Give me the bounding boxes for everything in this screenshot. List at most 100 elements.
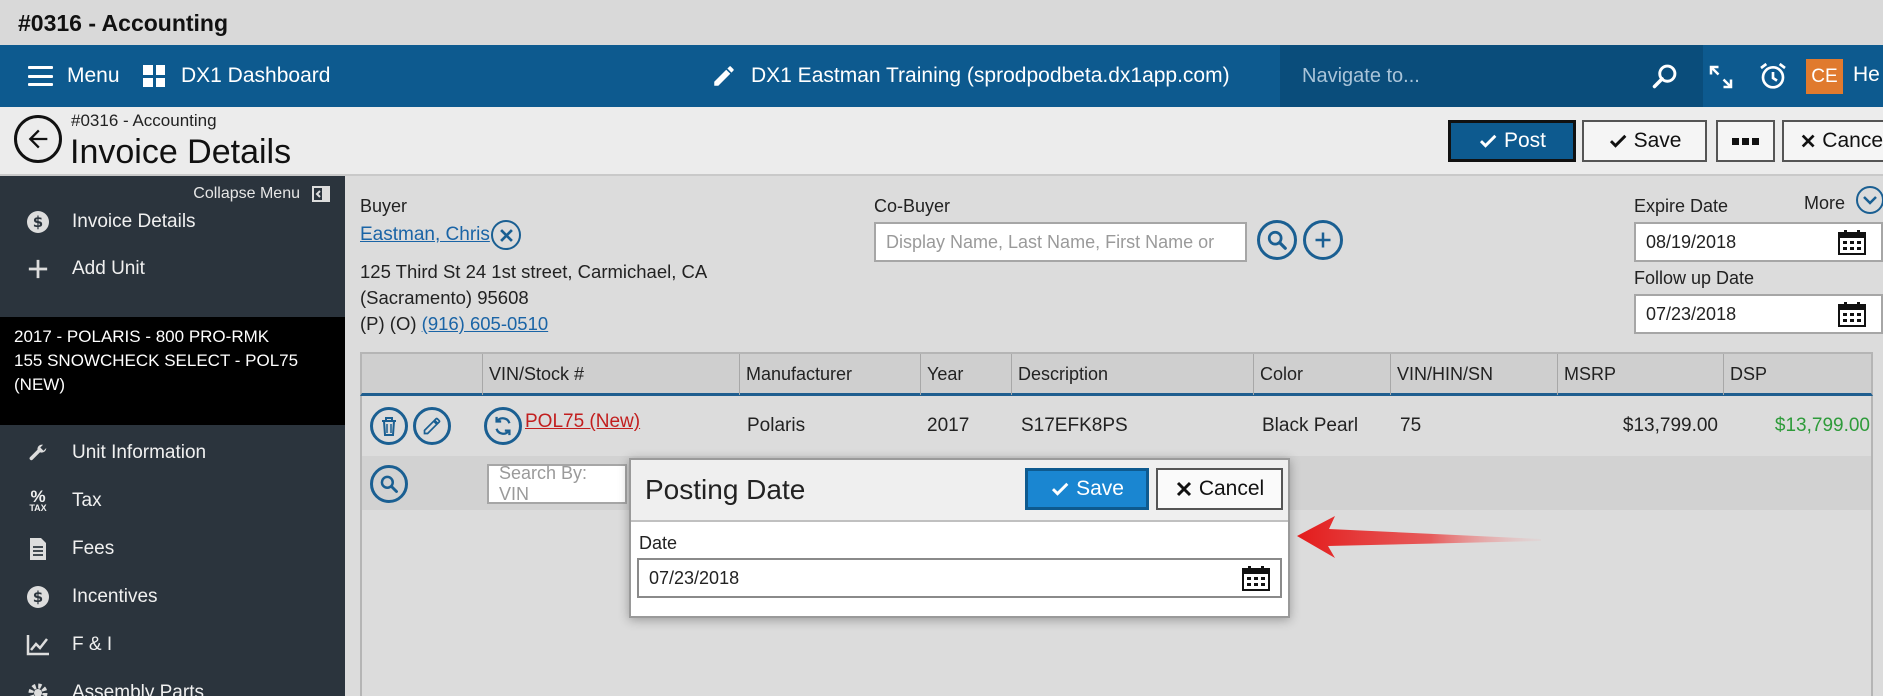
sidebar-item-tax[interactable]: % TAX Tax [0,479,345,523]
menu-label: Menu [67,64,120,87]
refresh-icon [495,416,511,436]
breadcrumb: #0316 - Accounting [71,111,217,130]
cell-color: Black Pearl [1262,415,1359,436]
more-expand-button[interactable] [1856,186,1883,214]
calendar-icon[interactable] [1242,565,1270,591]
cancel-label: Cance [1822,129,1883,152]
window-title-bar: #0316 - Accounting [0,0,1883,45]
sidebar-item-assembly-parts[interactable]: Assembly Parts [0,671,345,696]
unit-line: 155 SNOWCHECK SELECT - POL75 [14,351,299,370]
calendar-icon[interactable] [1838,301,1866,327]
column-header: VIN/HIN/SN [1390,354,1557,395]
dialog-cancel-button[interactable]: Cancel [1156,468,1283,510]
sidebar-item-label: F & I [72,634,113,655]
sidebar-item-label: Invoice Details [72,211,196,232]
percent-tax-icon: % TAX [29,487,47,513]
table-row: POL75 (New) Polaris 2017 S17EFK8PS Black… [360,396,1873,456]
unit-line: 2017 - POLARIS - 800 PRO-RMK [14,327,270,346]
buyer-name-link[interactable]: Eastman, Chris [360,224,490,246]
cobuyer-search-input[interactable]: Display Name, Last Name, First Name or [874,222,1247,262]
hamburger-icon [28,66,53,86]
more-label[interactable]: More [1804,193,1845,214]
swap-unit-button[interactable] [484,407,522,445]
cell-year: 2017 [927,415,970,436]
remove-buyer-button[interactable] [491,220,521,250]
column-header: MSRP [1557,354,1723,395]
dashboard-button[interactable]: DX1 Dashboard [143,45,330,107]
selected-unit-summary[interactable]: 2017 - POLARIS - 800 PRO-RMK 155 SNOWCHE… [0,317,345,425]
sidebar-item-fees[interactable]: Fees [0,527,345,571]
help-label[interactable]: He [1853,63,1880,87]
delete-unit-button[interactable] [370,407,408,445]
annotation-arrow [1297,516,1541,558]
check-icon [1052,482,1069,496]
dialog-save-button[interactable]: Save [1025,468,1149,510]
cell-dsp: $13,799.00 [1774,415,1870,436]
svg-text:$: $ [33,213,43,231]
dialog-header: Posting Date Save Cancel [631,460,1288,522]
dialog-title: Posting Date [645,474,806,505]
sidebar-item-unit-information[interactable]: Unit Information [0,431,345,475]
column-header: Color [1253,354,1390,395]
cell-description: S17EFK8PS [1021,415,1128,436]
post-button[interactable]: Post [1448,120,1576,162]
svg-text:$: $ [33,588,43,606]
search-icon [1267,230,1287,250]
expire-date-label: Expire Date [1634,196,1729,216]
cobuyer-label: Co-Buyer [874,196,951,216]
gear-icon [20,681,56,696]
site-selector[interactable]: DX1 Eastman Training (sprodpodbeta.dx1ap… [711,45,1230,107]
close-icon [1176,481,1191,497]
column-header: DSP [1723,354,1873,395]
dashboard-label: DX1 Dashboard [181,64,331,87]
user-avatar[interactable]: CE [1806,59,1843,94]
ellipsis-icon [1732,137,1759,145]
unit-search-button[interactable] [370,465,408,503]
stock-number-link[interactable]: POL75 (New) [525,392,640,452]
add-cobuyer-button[interactable] [1303,220,1343,260]
alarm-clock-icon[interactable] [1757,60,1789,92]
close-icon [499,228,513,242]
fullscreen-icon[interactable] [1706,62,1736,92]
units-table-header: VIN/Stock # Manufacturer Year Descriptio… [360,352,1873,396]
cell-manufacturer: Polaris [747,415,806,436]
sidebar-item-invoice-details[interactable]: $ Invoice Details [0,200,345,244]
sidebar-item-add-unit[interactable]: Add Unit [0,247,345,291]
sidebar-item-incentives[interactable]: $ Incentives [0,575,345,619]
arrow-left-icon [28,129,48,149]
window-title: #0316 - Accounting [18,10,229,36]
sidebar: Collapse Menu $ Invoice Details Add Unit… [0,176,345,696]
posting-date-dialog: Posting Date Save Cancel Date 07/23/2018 [629,458,1290,618]
search-icon[interactable] [1651,62,1679,90]
calendar-icon[interactable] [1838,229,1866,255]
dollar-circle-icon: $ [20,585,56,609]
more-options-button[interactable] [1716,120,1775,162]
site-label: DX1 Eastman Training (sprodpodbeta.dx1ap… [751,64,1230,87]
sidebar-item-label: Assembly Parts [72,682,204,696]
wrench-icon [20,442,56,464]
sidebar-item-label: Fees [72,538,115,559]
posting-date-input[interactable]: 07/23/2018 [637,558,1282,598]
plus-icon [1315,232,1331,248]
column-header: Year [920,354,1011,395]
menu-button[interactable]: Menu [28,45,120,107]
edit-unit-button[interactable] [413,407,451,445]
save-button[interactable]: Save [1582,120,1707,162]
page-header: #0316 - Accounting Invoice Details Post … [0,107,1883,176]
buyer-address-line1: 125 Third St 24 1st street, Carmichael, … [360,261,708,282]
cancel-button[interactable]: Cance [1782,120,1883,162]
save-label: Save [1633,129,1682,152]
unit-search-input[interactable]: Search By: VIN [487,463,627,504]
navigate-input[interactable] [1302,59,1642,93]
column-header: VIN/Stock # [482,354,739,395]
buyer-phone-prefix: (P) (O) [360,313,422,334]
post-label: Post [1503,129,1547,152]
sidebar-item-f-and-i[interactable]: F & I [0,623,345,667]
search-icon [380,475,398,493]
sidebar-item-label: Incentives [72,586,158,607]
followup-date-value: 07/23/2018 [1646,303,1737,324]
buyer-phone-link[interactable]: (916) 605-0510 [422,313,549,334]
pencil-icon [714,66,734,86]
cobuyer-search-button[interactable] [1257,220,1297,260]
back-button[interactable] [14,115,62,163]
